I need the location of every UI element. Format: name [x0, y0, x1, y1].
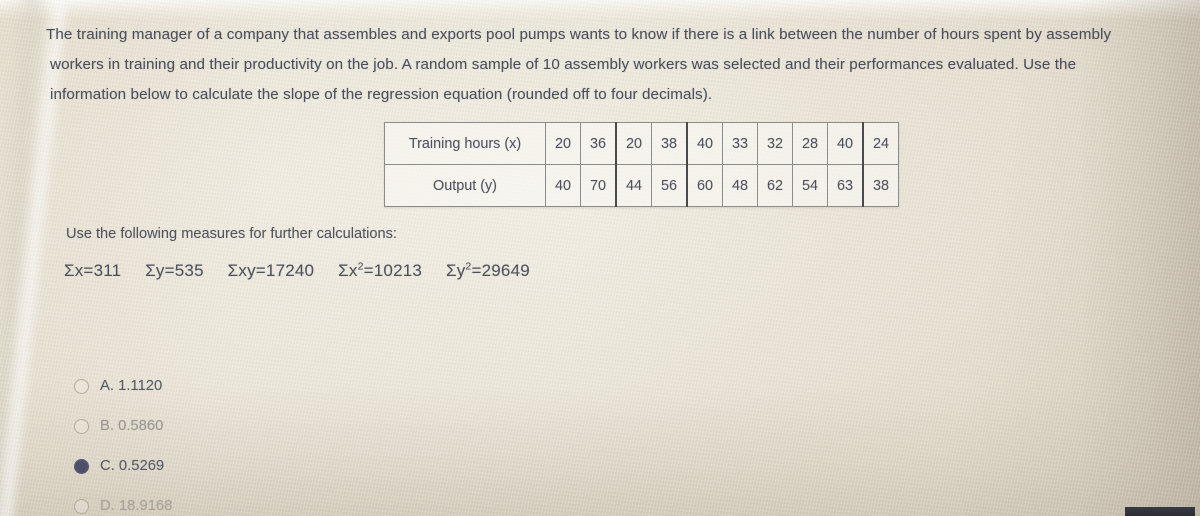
- measure-symbol: Σxy: [227, 261, 256, 280]
- measure-sum-x-squared: Σx2=10213: [338, 261, 422, 280]
- question-content: The training manager of a company that a…: [0, 0, 1200, 516]
- data-table-container: Training hours (x) 20 36 20 38 40 33 32 …: [384, 122, 899, 207]
- answer-option-label-c: C. 0.5269: [100, 458, 165, 474]
- measure-value: 311: [93, 261, 122, 280]
- cell-y-8: 54: [792, 164, 828, 207]
- radio-button-icon-a[interactable]: [74, 378, 89, 394]
- measure-symbol: Σy: [445, 261, 466, 280]
- measure-value: 10213: [373, 261, 423, 280]
- measure-equals: =: [83, 261, 94, 280]
- cell-x-1: 20: [545, 122, 581, 165]
- measure-symbol: Σx: [64, 261, 84, 280]
- cell-x-4: 38: [651, 122, 688, 165]
- radio-button-icon-d[interactable]: [74, 498, 89, 514]
- cell-x-6: 33: [722, 122, 758, 165]
- answer-option-a[interactable]: A. 1.1120: [74, 366, 172, 406]
- row-label-output: Output (y): [384, 164, 546, 207]
- cell-x-10: 24: [862, 122, 899, 165]
- cell-y-10: 38: [862, 164, 899, 207]
- measures-line: Σx=311 Σy=535 Σxy=17240 Σx2=10213 Σy2=29…: [64, 261, 549, 281]
- cell-y-3: 44: [615, 164, 652, 207]
- measure-equals: =: [471, 261, 482, 280]
- screenshot-root: The training manager of a company that a…: [0, 0, 1200, 516]
- cell-x-3: 20: [615, 122, 652, 165]
- answer-options-list: A. 1.1120 B. 0.5860 C. 0.5269 D. 18.9168: [74, 366, 172, 516]
- answer-option-label-a: A. 1.1120: [100, 378, 163, 394]
- question-line-2: workers in training and their productivi…: [50, 56, 1077, 73]
- question-paragraph: The training manager of a company that a…: [46, 20, 1141, 110]
- question-line-3: information below to calculate the slope…: [50, 86, 713, 103]
- cell-x-2: 36: [580, 122, 617, 165]
- cell-y-1: 40: [545, 164, 581, 207]
- answer-option-b[interactable]: B. 0.5860: [74, 406, 172, 446]
- measure-equals: =: [255, 261, 266, 280]
- measure-value: 535: [174, 261, 204, 280]
- cell-y-7: 62: [757, 164, 793, 207]
- measure-sum-x: Σx=311: [64, 261, 121, 280]
- measure-symbol: Σx: [338, 261, 358, 280]
- cell-y-4: 56: [651, 164, 688, 207]
- measure-value: 29649: [481, 261, 530, 280]
- answer-option-c[interactable]: C. 0.5269: [74, 446, 172, 486]
- bottom-right-bar: [1125, 507, 1195, 516]
- cell-y-9: 63: [827, 164, 864, 207]
- cell-x-5: 40: [686, 122, 723, 165]
- answer-option-label-b: B. 0.5860: [100, 418, 164, 434]
- row-label-training-hours: Training hours (x): [384, 122, 546, 165]
- measure-symbol: Σy: [145, 261, 165, 280]
- cell-x-8: 28: [792, 122, 828, 165]
- cell-y-5: 60: [686, 164, 723, 207]
- measures-label: Use the following measures for further c…: [66, 226, 397, 242]
- answer-option-d[interactable]: D. 18.9168: [74, 486, 172, 516]
- radio-button-icon-c[interactable]: [74, 458, 89, 474]
- measure-equals: =: [164, 261, 175, 280]
- table-row: Output (y) 40 70 44 56 60 48 62 54 63 38: [384, 164, 899, 207]
- data-table: Training hours (x) 20 36 20 38 40 33 32 …: [384, 122, 899, 207]
- measure-sum-y-squared: Σy2=29649: [446, 261, 530, 280]
- table-row: Training hours (x) 20 36 20 38 40 33 32 …: [384, 122, 899, 165]
- cell-x-9: 40: [827, 122, 864, 165]
- cell-x-7: 32: [757, 122, 793, 165]
- measure-equals: =: [363, 261, 374, 280]
- cell-y-6: 48: [722, 164, 758, 207]
- radio-button-icon-b[interactable]: [74, 418, 89, 434]
- measure-sum-y: Σy=535: [145, 261, 204, 280]
- measure-sum-xy: Σxy=17240: [228, 261, 315, 280]
- answer-option-label-d: D. 18.9168: [100, 498, 173, 514]
- question-line-1: The training manager of a company that a…: [46, 26, 1112, 43]
- measure-value: 17240: [265, 261, 315, 280]
- cell-y-2: 70: [580, 164, 617, 207]
